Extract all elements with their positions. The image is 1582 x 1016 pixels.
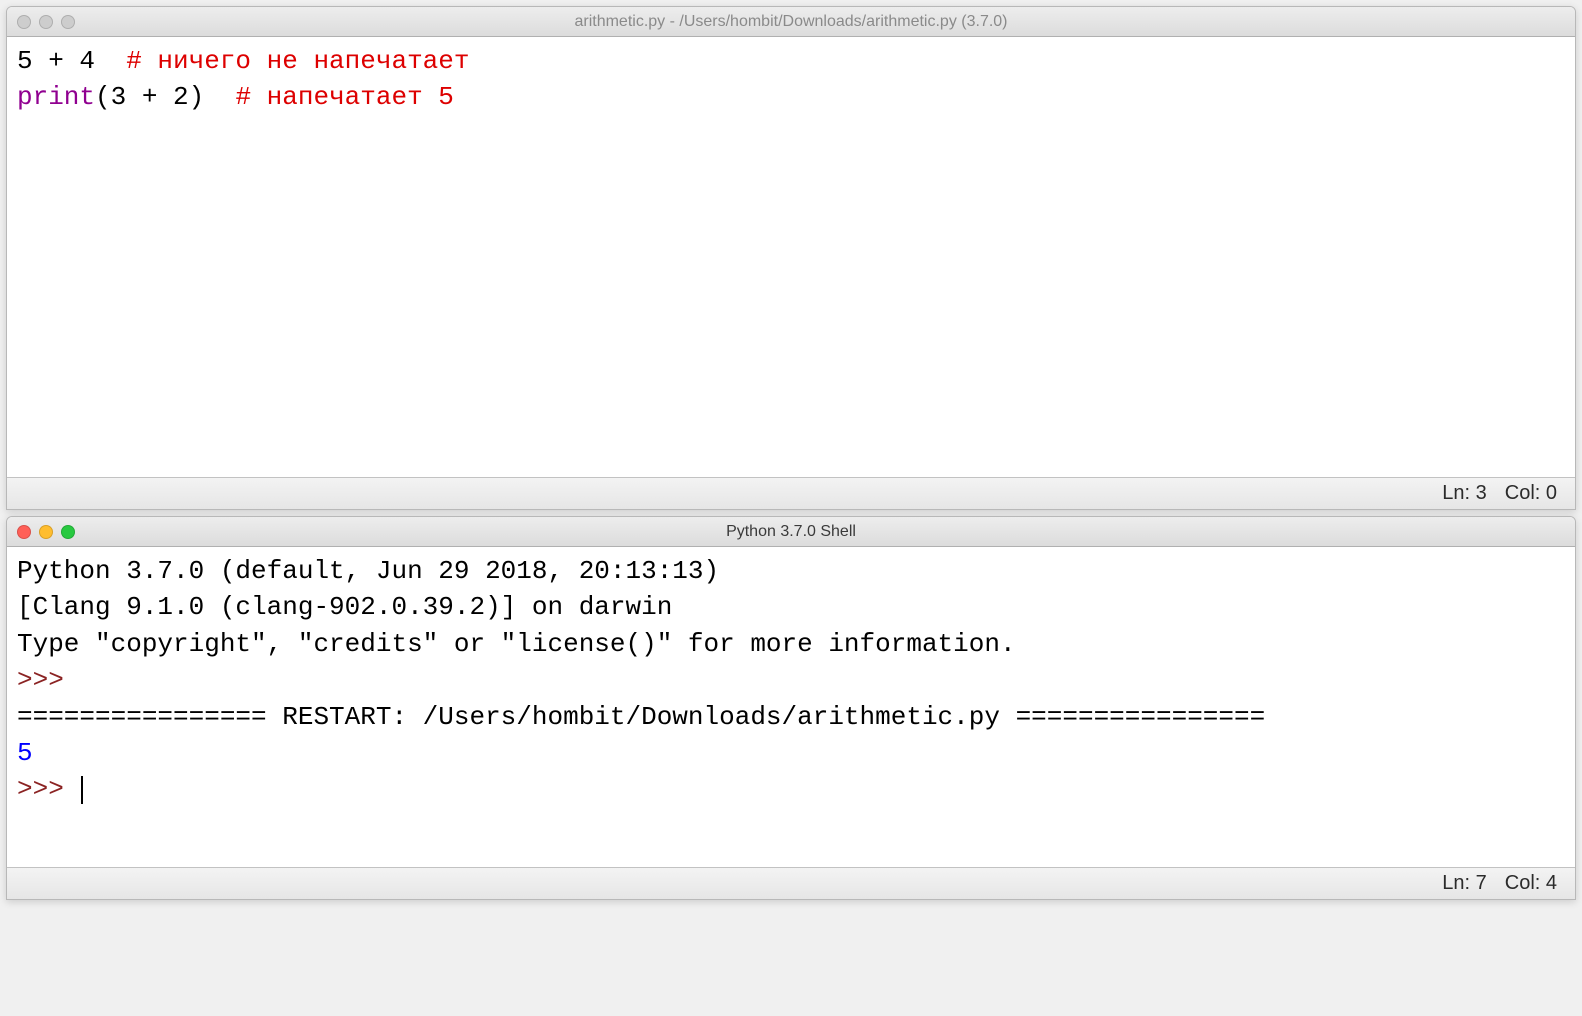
- code-line-2-rest: (3 + 2): [95, 82, 235, 112]
- shell-banner-2: [Clang 9.1.0 (clang-902.0.39.2)] on darw…: [17, 592, 672, 622]
- minimize-icon[interactable]: [39, 15, 53, 29]
- shell-statusbar: Ln: 7 Col: 4: [7, 867, 1575, 899]
- shell-titlebar[interactable]: Python 3.7.0 Shell: [7, 517, 1575, 547]
- shell-window: Python 3.7.0 Shell Python 3.7.0 (default…: [6, 516, 1576, 900]
- shell-status-col: Col: 4: [1505, 872, 1557, 895]
- shell-window-title: Python 3.7.0 Shell: [17, 523, 1565, 541]
- shell-banner-1: Python 3.7.0 (default, Jun 29 2018, 20:1…: [17, 556, 735, 586]
- shell-status-ln: Ln: 7: [1442, 872, 1486, 895]
- shell-output[interactable]: Python 3.7.0 (default, Jun 29 2018, 20:1…: [7, 547, 1575, 867]
- shell-program-output: 5: [17, 738, 33, 768]
- shell-restart-line: ================ RESTART: /Users/hombit/…: [17, 702, 1265, 732]
- editor-window-title: arithmetic.py - /Users/hombit/Downloads/…: [17, 13, 1565, 31]
- editor-status-col: Col: 0: [1505, 482, 1557, 505]
- code-line-1-expr: 5 + 4: [17, 46, 126, 76]
- code-editor[interactable]: 5 + 4 # ничего не напечатает print(3 + 2…: [7, 37, 1575, 477]
- close-icon[interactable]: [17, 15, 31, 29]
- minimize-icon[interactable]: [39, 525, 53, 539]
- editor-traffic-lights: [17, 15, 75, 29]
- shell-banner-3: Type "copyright", "credits" or "license(…: [17, 629, 1016, 659]
- close-icon[interactable]: [17, 525, 31, 539]
- editor-statusbar: Ln: 3 Col: 0: [7, 477, 1575, 509]
- shell-prompt-2: >>>: [17, 774, 79, 804]
- editor-status-ln: Ln: 3: [1442, 482, 1486, 505]
- code-line-1-comment: # ничего не напечатает: [126, 46, 469, 76]
- code-line-2-builtin: print: [17, 82, 95, 112]
- editor-titlebar[interactable]: arithmetic.py - /Users/hombit/Downloads/…: [7, 7, 1575, 37]
- maximize-icon[interactable]: [61, 525, 75, 539]
- shell-traffic-lights: [17, 525, 75, 539]
- shell-prompt-1: >>>: [17, 665, 79, 695]
- editor-window: arithmetic.py - /Users/hombit/Downloads/…: [6, 6, 1576, 510]
- code-line-2-comment: # напечатает 5: [235, 82, 453, 112]
- maximize-icon[interactable]: [61, 15, 75, 29]
- shell-cursor: [81, 776, 83, 804]
